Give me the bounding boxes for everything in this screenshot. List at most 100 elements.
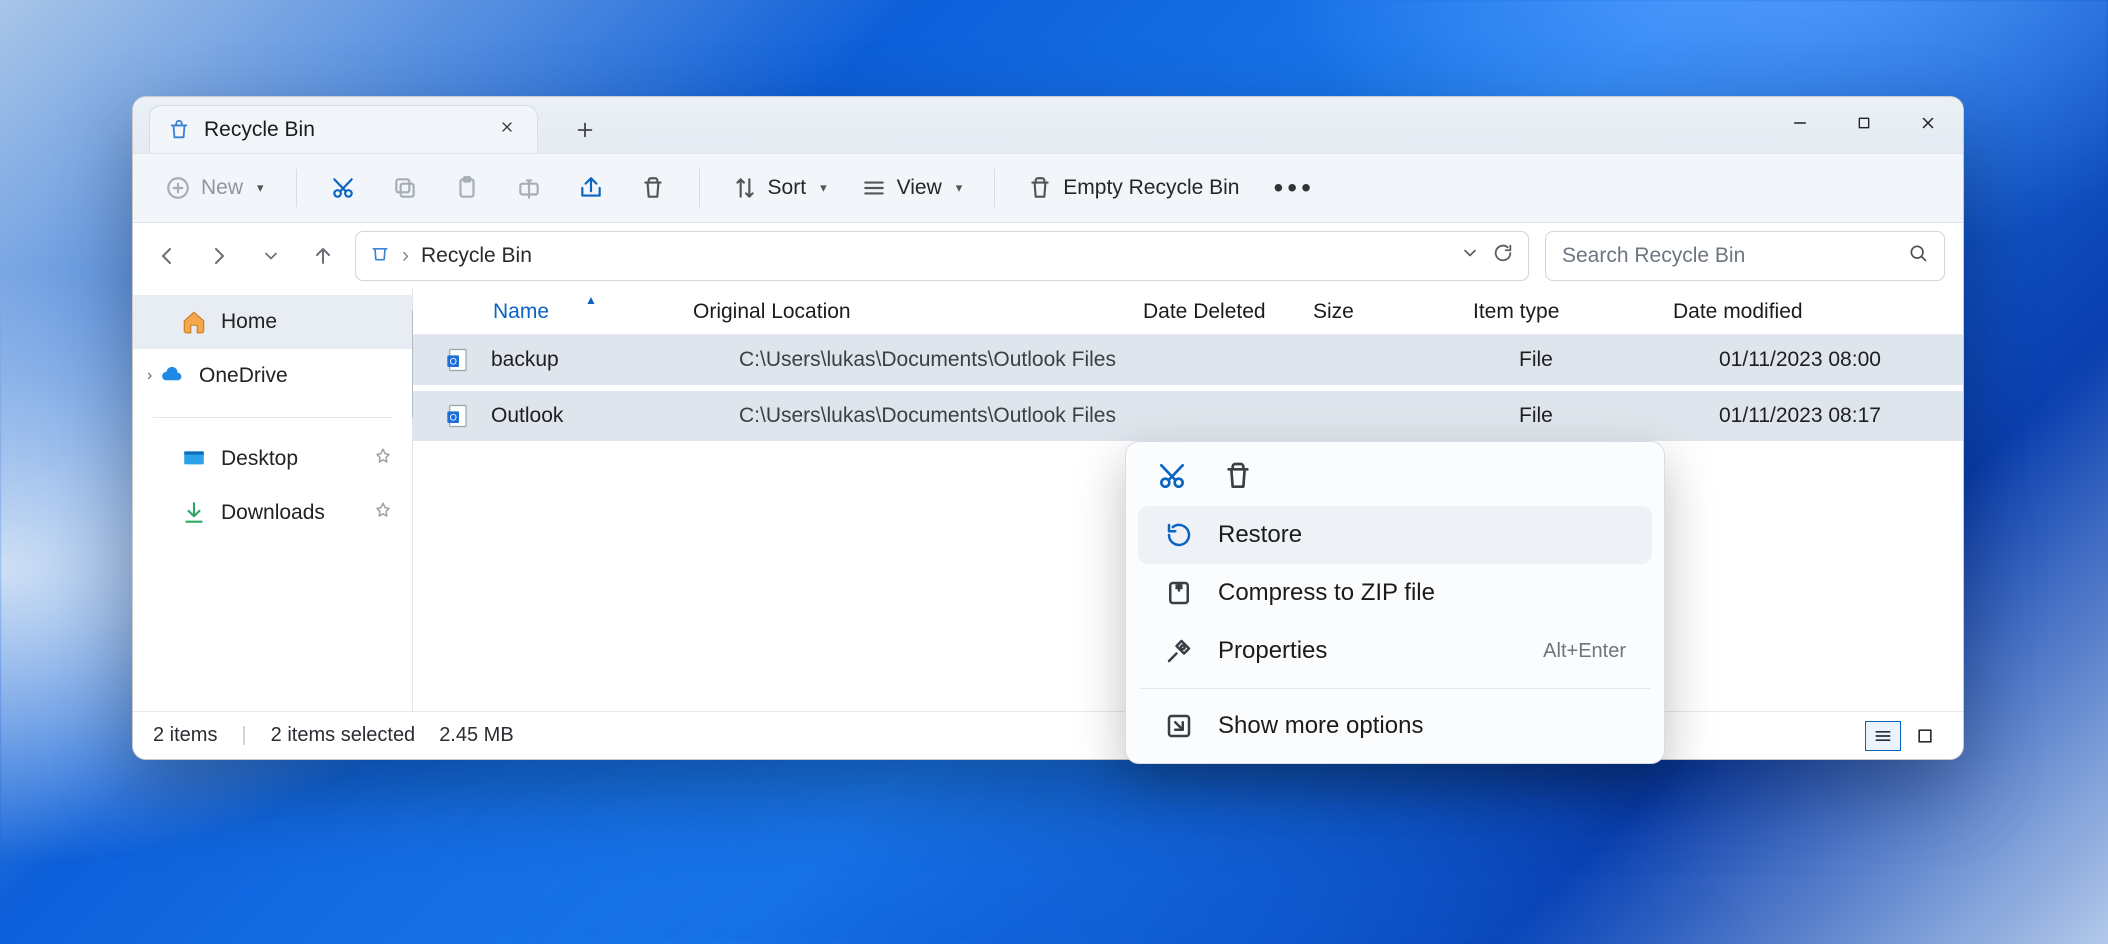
file-rows: O backup C:\Users\lukas\Documents\Outloo… <box>413 335 1963 447</box>
context-show-more[interactable]: Show more options <box>1138 697 1652 755</box>
context-delete-button[interactable] <box>1222 460 1254 492</box>
large-icons-view-button[interactable] <box>1907 721 1943 751</box>
toolbar: New ▾ Sort ▾ View ▾ <box>133 153 1963 223</box>
separator <box>1140 688 1650 689</box>
sort-button[interactable]: Sort ▾ <box>722 164 837 212</box>
file-row[interactable]: O backup C:\Users\lukas\Documents\Outloo… <box>413 335 1963 391</box>
more-button[interactable]: ••• <box>1264 164 1325 212</box>
tab-recycle-bin[interactable]: Recycle Bin <box>149 105 538 153</box>
breadcrumb-separator: › <box>402 244 409 268</box>
cell-modified: 01/11/2023 08:17 <box>1719 404 1963 428</box>
search-icon <box>1908 243 1928 269</box>
context-label: Restore <box>1218 521 1302 549</box>
column-label: Date modified <box>1673 300 1803 324</box>
column-item-type[interactable]: Item type <box>1473 300 1673 324</box>
separator: | <box>241 724 246 747</box>
column-label: Date Deleted <box>1143 300 1266 324</box>
file-explorer-window: Recycle Bin New ▾ <box>132 96 1964 760</box>
details-view-button[interactable] <box>1865 721 1901 751</box>
address-bar[interactable]: › Recycle Bin <box>355 231 1529 281</box>
column-label: Name <box>493 300 549 324</box>
window-controls <box>1771 103 1957 143</box>
separator <box>153 417 392 418</box>
tab-close-button[interactable] <box>499 119 515 140</box>
view-button[interactable]: View ▾ <box>851 164 973 212</box>
empty-label: Empty Recycle Bin <box>1063 176 1239 200</box>
cell-modified: 01/11/2023 08:00 <box>1719 348 1963 372</box>
pin-icon <box>374 501 392 525</box>
empty-recycle-bin-button[interactable]: Empty Recycle Bin <box>1017 164 1249 212</box>
context-compress[interactable]: Compress to ZIP file <box>1138 564 1652 622</box>
address-dropdown-button[interactable] <box>1460 243 1480 269</box>
view-label: View <box>897 176 942 200</box>
column-label: Item type <box>1473 300 1559 324</box>
search-box[interactable]: Search Recycle Bin <box>1545 231 1945 281</box>
forward-button[interactable] <box>203 240 235 272</box>
sidebar-item-onedrive[interactable]: › OneDrive <box>133 349 412 403</box>
chevron-down-icon: ▾ <box>257 180 264 196</box>
sidebar-item-downloads[interactable]: Downloads <box>133 486 412 540</box>
new-label: New <box>201 176 243 200</box>
context-cut-button[interactable] <box>1156 460 1188 492</box>
up-button[interactable] <box>307 240 339 272</box>
new-tab-button[interactable] <box>562 107 608 153</box>
onedrive-icon <box>159 363 185 389</box>
context-properties[interactable]: Properties Alt+Enter <box>1138 622 1652 680</box>
sidebar-item-desktop[interactable]: Desktop <box>133 432 412 486</box>
column-date-deleted[interactable]: Date Deleted <box>1143 300 1313 324</box>
separator <box>994 169 995 207</box>
refresh-button[interactable] <box>1492 242 1514 270</box>
column-size[interactable]: Size <box>1313 300 1473 324</box>
status-size: 2.45 MB <box>439 724 513 747</box>
close-window-button[interactable] <box>1899 103 1957 143</box>
svg-text:O: O <box>450 357 457 367</box>
svg-text:O: O <box>450 413 457 423</box>
cell-name: backup <box>491 348 739 372</box>
cell-location: C:\Users\lukas\Documents\Outlook Files <box>739 404 1189 428</box>
delete-button[interactable] <box>629 164 677 212</box>
breadcrumb-location[interactable]: Recycle Bin <box>421 244 532 268</box>
sort-asc-icon: ▲ <box>585 293 597 307</box>
sidebar-item-home[interactable]: Home <box>133 295 412 349</box>
view-toggle <box>1865 721 1943 751</box>
chevron-down-icon: ▾ <box>820 180 827 196</box>
sidebar-label: Desktop <box>221 447 298 471</box>
copy-button[interactable] <box>381 164 429 212</box>
column-date-modified[interactable]: Date modified <box>1673 300 1963 324</box>
sidebar-label: Home <box>221 310 277 334</box>
column-name[interactable]: Name ▲ <box>493 300 693 324</box>
back-button[interactable] <box>151 240 183 272</box>
column-original-location[interactable]: Original Location <box>693 300 1143 324</box>
share-button[interactable] <box>567 164 615 212</box>
separator <box>699 169 700 207</box>
column-label: Size <box>1313 300 1354 324</box>
separator <box>296 169 297 207</box>
context-label: Compress to ZIP file <box>1218 579 1435 607</box>
rename-button[interactable] <box>505 164 553 212</box>
outlook-file-icon: O <box>445 402 473 430</box>
paste-button[interactable] <box>443 164 491 212</box>
sidebar-label: Downloads <box>221 501 325 525</box>
context-menu: Restore Compress to ZIP file Properties … <box>1125 441 1665 764</box>
cell-type: File <box>1519 348 1719 372</box>
navigation-row: › Recycle Bin Search Recycle Bin <box>133 223 1963 289</box>
cell-location: C:\Users\lukas\Documents\Outlook Files <box>739 348 1189 372</box>
cut-button[interactable] <box>319 164 367 212</box>
file-row[interactable]: O Outlook C:\Users\lukas\Documents\Outlo… <box>413 391 1963 447</box>
sort-label: Sort <box>768 176 807 200</box>
minimize-button[interactable] <box>1771 103 1829 143</box>
context-restore[interactable]: Restore <box>1138 506 1652 564</box>
zip-icon <box>1164 578 1194 608</box>
maximize-button[interactable] <box>1835 103 1893 143</box>
new-button[interactable]: New ▾ <box>155 164 274 212</box>
chevron-right-icon[interactable]: › <box>147 367 152 385</box>
tab-title: Recycle Bin <box>204 118 315 142</box>
cell-name: Outlook <box>491 404 739 428</box>
desktop-icon <box>181 446 207 472</box>
context-label: Properties <box>1218 637 1327 665</box>
recent-locations-button[interactable] <box>255 240 287 272</box>
restore-icon <box>1164 520 1194 550</box>
home-icon <box>181 309 207 335</box>
more-options-icon <box>1164 711 1194 741</box>
nav-arrows <box>151 240 339 272</box>
